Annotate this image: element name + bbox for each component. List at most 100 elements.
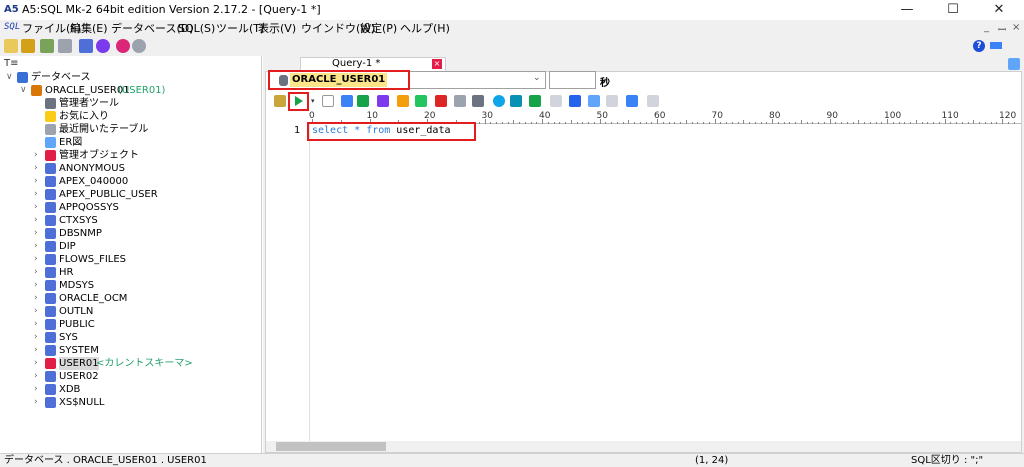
undo-icon[interactable]	[397, 95, 409, 107]
outdent-icon[interactable]	[606, 95, 618, 107]
align-icon[interactable]	[550, 95, 562, 107]
tree-schema-icon	[45, 280, 56, 291]
collapse-chevron-icon[interactable]: ›	[34, 279, 38, 292]
expand-chevron-icon[interactable]: ∨	[20, 84, 27, 97]
collapse-chevron-icon[interactable]: ›	[34, 149, 38, 162]
run-explain-icon[interactable]	[357, 95, 369, 107]
menu-sql[interactable]: SQL(S)	[178, 22, 215, 35]
collapse-chevron-icon[interactable]: ›	[34, 227, 38, 240]
cut-icon[interactable]	[435, 95, 447, 107]
tree-item-label: FLOWS_FILES	[59, 254, 127, 265]
ruler-label: 20	[424, 111, 436, 121]
paste-icon[interactable]	[472, 95, 484, 107]
horizontal-scrollbar-thumb[interactable]	[276, 442, 386, 451]
ruler-tick	[743, 120, 745, 124]
maximize-button[interactable]: ☐	[930, 0, 976, 20]
mdi-restore-button[interactable]: ꟷ	[998, 22, 1006, 36]
run-dropdown-icon[interactable]: ▾	[311, 97, 315, 105]
status-cursor-position: (1, 24)	[695, 455, 729, 466]
collapse-chevron-icon[interactable]: ›	[34, 357, 38, 370]
redo-icon[interactable]	[415, 95, 427, 107]
collapse-chevron-icon[interactable]: ›	[34, 305, 38, 318]
minimize-button[interactable]: —	[884, 0, 930, 20]
ruler-tick	[685, 120, 687, 124]
copy-icon[interactable]	[454, 95, 466, 107]
format-icon[interactable]	[529, 95, 541, 107]
run-all-icon[interactable]	[341, 95, 353, 107]
mdi-minimize-button[interactable]: _	[984, 22, 989, 33]
collapse-chevron-icon[interactable]: ›	[34, 318, 38, 331]
ruler-tick	[501, 122, 503, 124]
ruler-tick	[956, 122, 957, 124]
tree-connection-icon	[31, 85, 42, 96]
table-icon[interactable]	[79, 39, 93, 53]
collapse-chevron-icon[interactable]: ›	[34, 253, 38, 266]
timeout-input[interactable]	[549, 71, 596, 89]
search-icon[interactable]	[493, 95, 505, 107]
ruler-tick	[864, 122, 865, 124]
stop-icon[interactable]	[322, 95, 334, 107]
clock-icon[interactable]	[132, 39, 146, 53]
replace-icon[interactable]	[510, 95, 522, 107]
ruler-tick	[576, 122, 578, 124]
ruler-tick	[605, 122, 607, 124]
comment-icon[interactable]	[569, 95, 581, 107]
indent-icon[interactable]	[588, 95, 600, 107]
ruler-tick	[513, 120, 515, 124]
collapse-chevron-icon[interactable]: ›	[34, 344, 38, 357]
tree-item-label: APEX_040000	[59, 176, 129, 187]
database-icon[interactable]	[58, 39, 72, 53]
collapse-chevron-icon[interactable]: ›	[34, 266, 38, 279]
ruler-tick	[542, 119, 543, 124]
ruler-tick	[829, 119, 831, 124]
ruler-tick	[599, 119, 601, 124]
menu-edit[interactable]: 編集(E)	[70, 22, 108, 35]
collapse-chevron-icon[interactable]: ›	[34, 331, 38, 344]
ruler-tick	[881, 122, 883, 124]
open-folder-icon[interactable]	[21, 39, 35, 53]
collapse-chevron-icon[interactable]: ›	[34, 162, 38, 175]
ruler-tick	[674, 122, 676, 124]
new-file-icon[interactable]	[4, 39, 18, 53]
menu-help[interactable]: ヘルプ(H)	[400, 22, 450, 35]
expand-chevron-icon[interactable]: ∨	[6, 71, 13, 84]
collapse-chevron-icon[interactable]: ›	[34, 292, 38, 305]
gear-icon[interactable]	[96, 39, 110, 53]
panel-toggle-icon[interactable]	[990, 42, 1002, 49]
ruler-tick	[812, 122, 814, 124]
sql-open-icon[interactable]	[274, 95, 286, 107]
compare-icon[interactable]	[626, 95, 638, 107]
tree-tool-icon	[45, 98, 56, 109]
ruler-tick	[628, 120, 630, 124]
collapse-chevron-icon[interactable]: ›	[34, 383, 38, 396]
close-button[interactable]: ✕	[976, 0, 1022, 20]
tree-item-label: DBSNMP	[59, 228, 102, 239]
collapse-chevron-icon[interactable]: ›	[34, 201, 38, 214]
collapse-chevron-icon[interactable]: ›	[34, 175, 38, 188]
menu-view[interactable]: 表示(V)	[258, 22, 296, 35]
chevron-down-icon[interactable]: ⌄	[533, 73, 541, 83]
ruler-tick	[490, 122, 492, 124]
tree-view-icon[interactable]	[647, 95, 659, 107]
run-step-icon[interactable]	[377, 95, 389, 107]
tree-options-icon[interactable]: T≡	[4, 58, 19, 69]
collapse-chevron-icon[interactable]: ›	[34, 240, 38, 253]
pane-layout-icon[interactable]	[1008, 58, 1020, 70]
collapse-chevron-icon[interactable]: ›	[34, 214, 38, 227]
ip-icon[interactable]	[116, 39, 130, 53]
run-highlight-box	[288, 92, 309, 111]
collapse-chevron-icon[interactable]: ›	[34, 370, 38, 383]
database-tree-pane	[0, 56, 262, 453]
tree-item-label: MDSYS	[59, 280, 95, 291]
ruler-tick	[530, 122, 532, 124]
tree-schema-icon	[45, 306, 56, 317]
help-icon[interactable]: ?	[973, 40, 985, 52]
export-icon[interactable]	[40, 39, 54, 53]
collapse-chevron-icon[interactable]: ›	[34, 396, 38, 409]
tree-schema-icon	[45, 254, 56, 265]
ruler-label: 50	[596, 111, 608, 121]
collapse-chevron-icon[interactable]: ›	[34, 188, 38, 201]
tab-close-icon[interactable]: ×	[432, 59, 442, 69]
mdi-close-button[interactable]: ×	[1012, 22, 1020, 33]
menu-settings[interactable]: 設定(P)	[360, 22, 397, 35]
